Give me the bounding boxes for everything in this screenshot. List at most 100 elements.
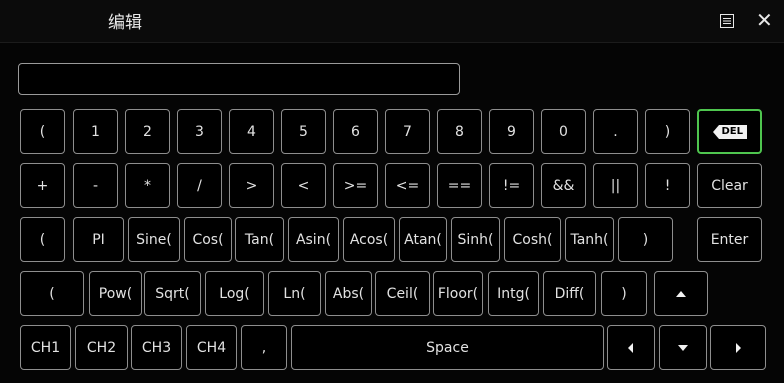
arrow-down-button[interactable] (659, 325, 707, 370)
space-button[interactable]: Space (291, 325, 604, 370)
key-1[interactable]: 1 (73, 109, 118, 154)
key-0-label: 0 (559, 123, 568, 140)
key-multiply[interactable]: * (125, 163, 170, 208)
key-open-paren-3-label: ( (49, 285, 55, 302)
key-9[interactable]: 9 (489, 109, 534, 154)
key-cosh[interactable]: Cosh( (504, 217, 561, 262)
key-6[interactable]: 6 (333, 109, 378, 154)
key-comma-label: , (261, 339, 267, 356)
key-greater[interactable]: > (229, 163, 274, 208)
key-abs[interactable]: Abs( (325, 271, 372, 316)
key-sinh[interactable]: Sinh( (451, 217, 500, 262)
key-or[interactable]: || (593, 163, 638, 208)
key-diff[interactable]: Diff( (543, 271, 596, 316)
key-less-equal[interactable]: <= (385, 163, 430, 208)
key-pow[interactable]: Pow( (89, 271, 142, 316)
key-greater-equal-label: >= (343, 177, 368, 194)
key-equal-label: == (447, 177, 472, 194)
enter-button[interactable]: Enter (697, 217, 762, 262)
key-ln-label: Ln( (283, 285, 306, 302)
menu-icon[interactable] (720, 14, 734, 28)
key-intg[interactable]: Intg( (488, 271, 539, 316)
arrow-up-button[interactable] (654, 271, 708, 316)
key-sqrt[interactable]: Sqrt( (144, 271, 201, 316)
key-2-label: 2 (143, 123, 152, 140)
key-ch2-label: CH2 (86, 339, 117, 356)
key-cos-label: Cos( (192, 231, 224, 248)
key-pi[interactable]: PI (73, 217, 124, 262)
key-close-paren-1-label: ) (664, 123, 671, 140)
key-cos[interactable]: Cos( (184, 217, 232, 262)
key-8-label: 8 (455, 123, 464, 140)
delete-label: DEL (721, 125, 744, 137)
key-4[interactable]: 4 (229, 109, 274, 154)
clear-button[interactable]: Clear (697, 163, 762, 208)
key-7[interactable]: 7 (385, 109, 430, 154)
arrow-left-button[interactable] (607, 325, 655, 370)
key-ch2[interactable]: CH2 (75, 325, 128, 370)
key-not-equal[interactable]: != (489, 163, 534, 208)
key-5[interactable]: 5 (281, 109, 326, 154)
key-equal[interactable]: == (437, 163, 482, 208)
arrow-right-button[interactable] (710, 325, 766, 370)
key-8[interactable]: 8 (437, 109, 482, 154)
key-greater-label: > (245, 177, 258, 194)
key-not[interactable]: ! (645, 163, 690, 208)
key-minus[interactable]: - (73, 163, 118, 208)
key-acos[interactable]: Acos( (343, 217, 395, 262)
key-asin-label: Asin( (295, 231, 332, 248)
key-dot[interactable]: . (593, 109, 638, 154)
key-close-paren-2[interactable]: ) (618, 217, 673, 262)
space-button-label: Space (426, 339, 469, 356)
key-open-paren-3[interactable]: ( (20, 271, 84, 316)
key-plus[interactable]: + (20, 163, 65, 208)
key-cosh-label: Cosh( (512, 231, 553, 248)
key-dot-label: . (613, 123, 618, 140)
edit-window: 编辑 ✕ (1 2 3 4 5 6 7 8 9 0.) DEL + - * / > < >= <= == != && ||!… (0, 0, 784, 383)
key-tan[interactable]: Tan( (235, 217, 284, 262)
key-ch1[interactable]: CH1 (20, 325, 71, 370)
key-6-label: 6 (351, 123, 360, 140)
enter-button-label: Enter (710, 231, 749, 248)
delete-button[interactable]: DEL (697, 109, 762, 154)
key-asin[interactable]: Asin( (288, 217, 339, 262)
key-diff-label: Diff( (554, 285, 585, 302)
key-2[interactable]: 2 (125, 109, 170, 154)
key-open-paren-2[interactable]: ( (20, 217, 65, 262)
close-icon[interactable]: ✕ (756, 10, 773, 30)
key-3[interactable]: 3 (177, 109, 222, 154)
key-sqrt-label: Sqrt( (155, 285, 190, 302)
arrow-left-icon (628, 342, 633, 353)
key-plus-label: + (36, 177, 49, 194)
key-tanh-label: Tanh( (570, 231, 609, 248)
key-less[interactable]: < (281, 163, 326, 208)
key-ch4[interactable]: CH4 (186, 325, 237, 370)
key-comma[interactable]: , (241, 325, 287, 370)
key-ch4-label: CH4 (196, 339, 227, 356)
key-close-paren-1[interactable]: ) (645, 109, 690, 154)
key-pi-label: PI (92, 231, 105, 248)
key-ch3-label: CH3 (141, 339, 172, 356)
key-tanh[interactable]: Tanh( (565, 217, 614, 262)
key-less-label: < (297, 177, 310, 194)
key-log[interactable]: Log( (205, 271, 264, 316)
key-and[interactable]: && (541, 163, 586, 208)
key-greater-equal[interactable]: >= (333, 163, 378, 208)
key-0[interactable]: 0 (541, 109, 586, 154)
key-ln[interactable]: Ln( (268, 271, 321, 316)
expression-input[interactable] (18, 63, 460, 95)
key-close-paren-3[interactable]: ) (601, 271, 647, 316)
key-sine[interactable]: Sine( (128, 217, 180, 262)
key-less-equal-label: <= (395, 177, 420, 194)
key-ch3[interactable]: CH3 (131, 325, 182, 370)
key-minus-label: - (92, 177, 99, 194)
key-pow-label: Pow( (98, 285, 133, 302)
key-atan[interactable]: Atan( (399, 217, 447, 262)
key-4-label: 4 (247, 123, 256, 140)
key-ceil[interactable]: Ceil( (375, 271, 430, 316)
key-floor[interactable]: Floor( (433, 271, 483, 316)
key-ch1-label: CH1 (30, 339, 61, 356)
key-divide[interactable]: / (177, 163, 222, 208)
key-intg-label: Intg( (497, 285, 530, 302)
key-open-paren-1[interactable]: ( (20, 109, 65, 154)
